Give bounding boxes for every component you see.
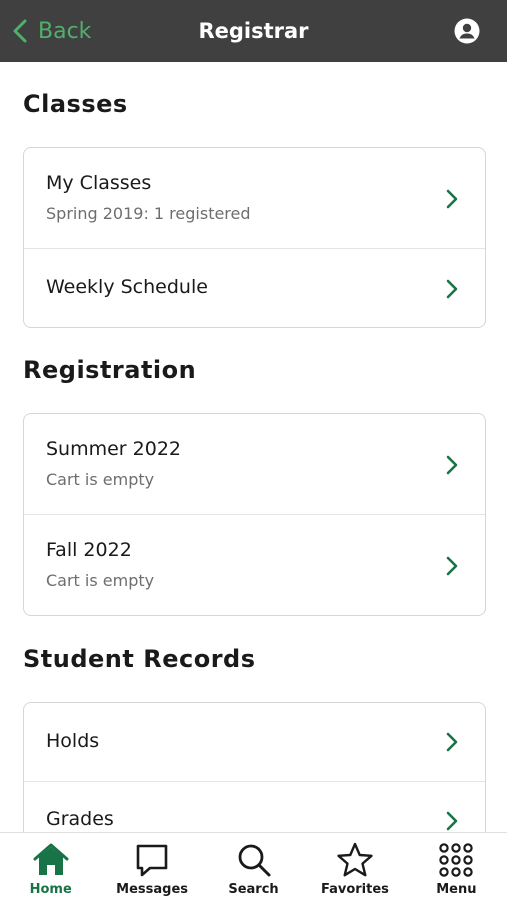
- chevron-right-icon: [446, 455, 458, 475]
- row-label: Summer 2022: [46, 438, 182, 460]
- top-app-bar: Back Registrar: [0, 0, 507, 62]
- registration-card: Summer 2022 Cart is empty Fall 2022 Cart…: [23, 413, 486, 616]
- row-fall-2022[interactable]: Fall 2022 Cart is empty: [24, 515, 485, 615]
- tab-label: Search: [228, 882, 279, 897]
- chevron-right-icon: [446, 556, 458, 576]
- tab-messages[interactable]: Messages: [101, 833, 202, 900]
- tab-label: Messages: [116, 882, 189, 897]
- chat-bubble-icon: [136, 844, 168, 877]
- row-label: Fall 2022: [46, 539, 132, 561]
- page-title: Registrar: [198, 19, 309, 43]
- chevron-right-icon: [446, 279, 458, 299]
- star-icon: [337, 842, 373, 877]
- row-weekly-schedule[interactable]: Weekly Schedule: [24, 249, 485, 327]
- search-icon: [238, 844, 271, 877]
- tab-home[interactable]: Home: [0, 833, 101, 900]
- row-label: My Classes: [46, 172, 152, 194]
- tab-label: Home: [29, 882, 72, 897]
- tab-label: Favorites: [320, 882, 389, 897]
- tab-label: Menu: [436, 882, 477, 897]
- row-my-classes[interactable]: My Classes Spring 2019: 1 registered: [24, 148, 485, 249]
- section-title-registration: Registration: [23, 356, 197, 384]
- bottom-tab-bar: Home Messages Search Favorites Menu: [0, 832, 507, 900]
- row-subtitle: Cart is empty: [46, 571, 155, 590]
- user-circle-icon[interactable]: [454, 18, 480, 44]
- chevron-right-icon: [446, 811, 458, 831]
- section-title-student-records: Student Records: [23, 645, 256, 673]
- tab-menu[interactable]: Menu: [406, 833, 507, 900]
- chevron-right-icon: [446, 189, 458, 209]
- tab-favorites[interactable]: Favorites: [304, 833, 405, 900]
- row-subtitle: Spring 2019: 1 registered: [46, 204, 251, 223]
- row-summer-2022[interactable]: Summer 2022 Cart is empty: [24, 414, 485, 515]
- tab-search[interactable]: Search: [203, 833, 304, 900]
- section-title-classes: Classes: [23, 90, 128, 118]
- row-label: Weekly Schedule: [46, 276, 208, 298]
- row-label: Holds: [46, 730, 100, 752]
- row-label: Grades: [46, 808, 114, 830]
- row-holds[interactable]: Holds: [24, 703, 485, 782]
- chevron-right-icon: [446, 732, 458, 752]
- grid-menu-icon: [439, 843, 474, 877]
- row-subtitle: Cart is empty: [46, 470, 155, 489]
- home-icon: [33, 843, 69, 875]
- classes-card: My Classes Spring 2019: 1 registered Wee…: [23, 147, 486, 328]
